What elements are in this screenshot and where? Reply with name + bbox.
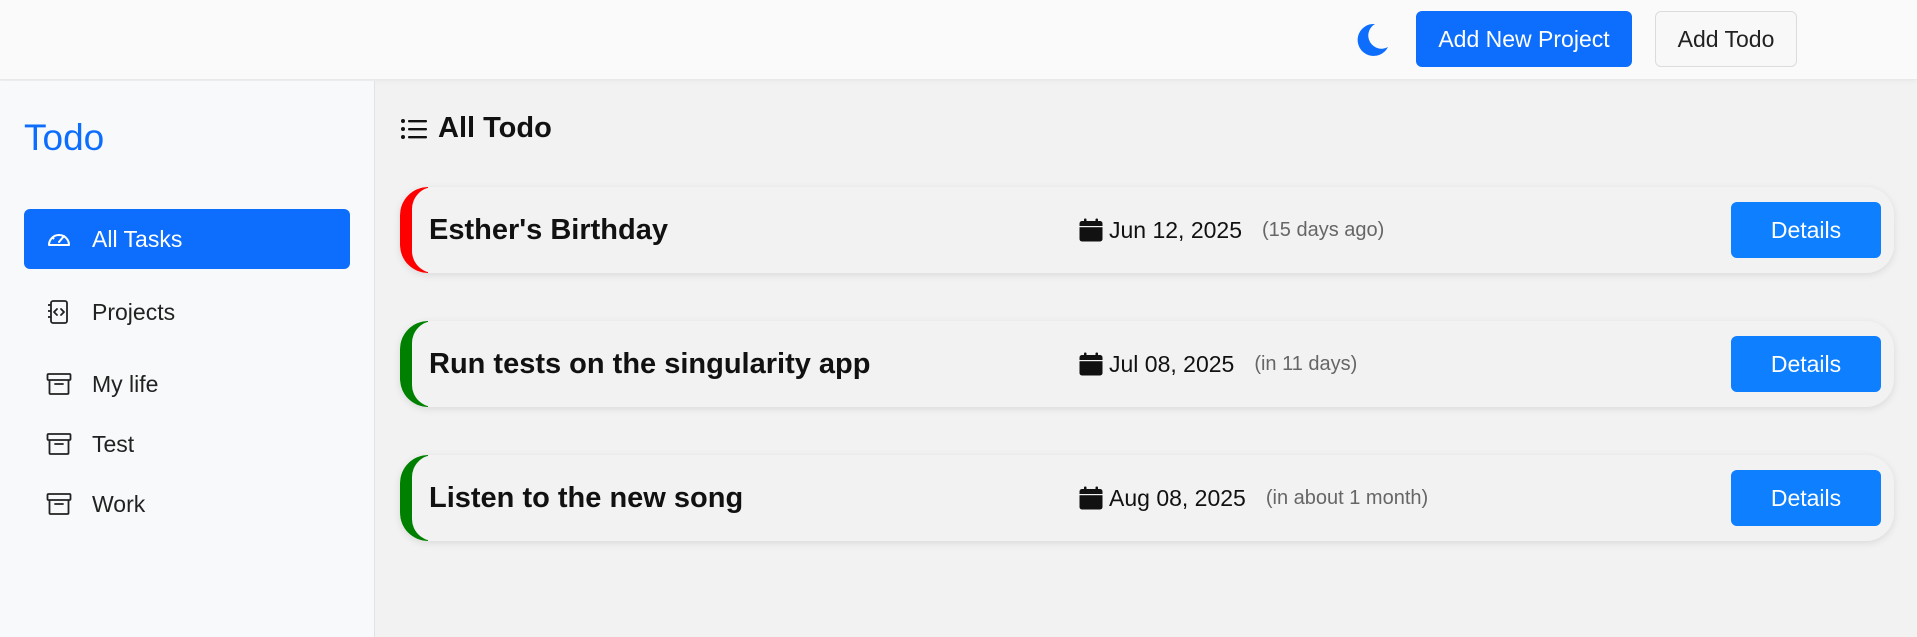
sidebar-item-projects[interactable]: Projects — [24, 282, 350, 342]
archive-icon — [46, 431, 72, 457]
sidebar-item-label: All Tasks — [92, 225, 183, 252]
add-todo-button[interactable]: Add Todo — [1655, 11, 1797, 67]
calendar-icon — [1079, 352, 1103, 376]
brand-title[interactable]: Todo — [24, 117, 104, 159]
details-button[interactable]: Details — [1731, 470, 1881, 526]
sidebar-item-label: Projects — [92, 298, 176, 325]
archive-icon — [46, 491, 72, 517]
todo-card: Listen to the new song Aug 08, 2025 (in … — [400, 455, 1894, 541]
due-date: Aug 08, 2025 — [1109, 484, 1246, 511]
sidebar-item-label: Work — [92, 490, 146, 517]
speedometer-icon — [46, 226, 72, 252]
todo-date: Jul 08, 2025 (in 11 days) — [1079, 321, 1357, 407]
add-new-project-button[interactable]: Add New Project — [1416, 11, 1632, 67]
todo-date: Aug 08, 2025 (in about 1 month) — [1079, 455, 1428, 541]
page-title: All Todo — [400, 112, 552, 145]
relative-date: (in about 1 month) — [1265, 486, 1429, 509]
todo-card: Run tests on the singularity app Jul 08,… — [400, 321, 1894, 407]
top-navbar: Add New Project Add Todo — [0, 0, 1917, 80]
page-title-text: All Todo — [438, 112, 552, 144]
archive-icon — [46, 371, 72, 397]
due-date: Jun 12, 2025 — [1109, 216, 1243, 243]
sidebar-item-all-tasks[interactable]: All Tasks — [24, 209, 350, 269]
sidebar-item-label: My life — [92, 370, 159, 397]
sidebar-item-test[interactable]: Test — [24, 414, 350, 474]
details-button[interactable]: Details — [1731, 336, 1881, 392]
relative-date: (15 days ago) — [1262, 218, 1385, 241]
sidebar-item-label: Test — [92, 430, 135, 457]
moon-icon[interactable] — [1350, 18, 1394, 62]
details-button[interactable]: Details — [1731, 202, 1881, 258]
todo-card: Esther's Birthday Jun 12, 2025 (15 days … — [400, 187, 1894, 273]
list-icon — [400, 115, 428, 143]
sidebar: Todo All Tasks Projects My life Test Wor… — [0, 81, 375, 637]
todo-date: Jun 12, 2025 (15 days ago) — [1079, 187, 1384, 273]
todo-title: Run tests on the singularity app — [429, 347, 871, 380]
due-date: Jul 08, 2025 — [1109, 350, 1235, 377]
todo-title: Listen to the new song — [429, 481, 744, 514]
code-file-icon — [46, 299, 72, 325]
sidebar-item-work[interactable]: Work — [24, 474, 350, 534]
relative-date: (in 11 days) — [1254, 352, 1358, 375]
todo-title: Esther's Birthday — [429, 213, 668, 246]
calendar-icon — [1079, 486, 1103, 510]
sidebar-item-my-life[interactable]: My life — [24, 354, 350, 414]
calendar-icon — [1079, 218, 1103, 242]
